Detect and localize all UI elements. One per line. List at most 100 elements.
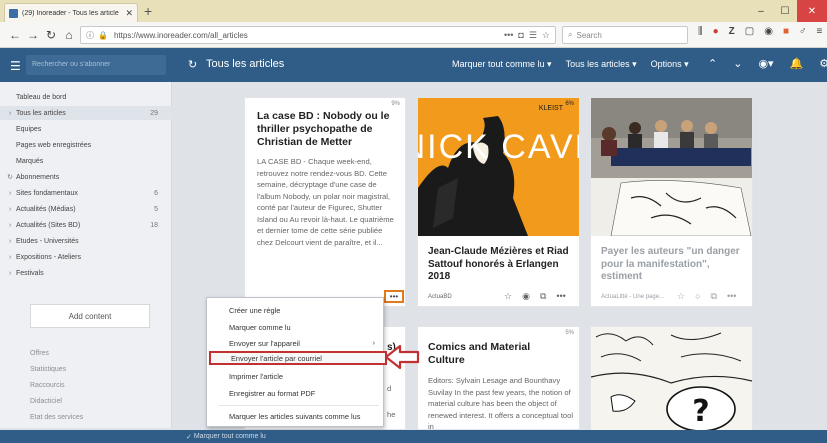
tab-title: (29) Inoreader - Tous les article bbox=[22, 9, 119, 17]
add-content-button[interactable]: Add content bbox=[30, 304, 150, 328]
article-title[interactable]: La case BD : Nobody ou le thriller psych… bbox=[257, 110, 403, 149]
app-header: ☰ Rechercher ou s'abonner ↻ Tous les art… bbox=[0, 48, 827, 82]
menu-item-send-to-device[interactable]: Envoyer sur l'appareil › bbox=[207, 336, 385, 350]
chevron-down-icon[interactable]: ⌄ bbox=[733, 57, 742, 70]
sidebar-item-folder[interactable]: › Sites fondamentaux 6 bbox=[0, 186, 172, 200]
star-icon[interactable]: ☆ bbox=[504, 291, 512, 302]
sidebar-item-folder[interactable]: › Etudes - Universités bbox=[0, 234, 172, 248]
article-thumbnail[interactable]: ? bbox=[591, 327, 752, 431]
sidebar-footer-link[interactable]: Statistiques bbox=[30, 366, 66, 373]
more-icon[interactable]: ••• bbox=[727, 291, 736, 302]
view-eye-icon[interactable]: ◉▾ bbox=[758, 57, 773, 70]
article-title[interactable]: Comics and Material Culture bbox=[428, 341, 548, 367]
article-title[interactable]: Payer les auteurs "un danger pour la man… bbox=[601, 246, 749, 284]
sidebar-item-teams[interactable]: Equipes bbox=[0, 122, 172, 136]
sidebar-item-folder[interactable]: › Actualités (Sites BD) 18 bbox=[0, 218, 172, 232]
new-tab-button[interactable]: + bbox=[144, 3, 152, 19]
header-menus: Marquer tout comme lu ▾ Tous les article… bbox=[452, 59, 689, 70]
toolbar-icons: ⫼ ● Z ▢ ◉ ■ ♂ ≡ bbox=[698, 26, 822, 37]
sidebar-item-folder[interactable]: › Festivals bbox=[0, 266, 172, 280]
read-status-icon[interactable]: ◉ bbox=[522, 291, 530, 302]
card-actions: ☆ ◉ ⧉ ••• bbox=[504, 291, 566, 302]
gear-icon[interactable]: ⚙ bbox=[819, 57, 827, 70]
menu-item-print-article[interactable]: Imprimer l'article bbox=[207, 369, 385, 383]
sidebar-item-subscriptions[interactable]: ↻ Abonnements bbox=[0, 170, 172, 184]
bookmark-star-icon[interactable]: ☆ bbox=[542, 30, 550, 41]
sidebar-footer-link[interactable]: Raccourcis bbox=[30, 382, 65, 389]
back-icon[interactable]: ← bbox=[6, 28, 24, 42]
hamburger-icon[interactable]: ☰ bbox=[10, 59, 21, 73]
article-card[interactable]: NICK CAVE KLEIST 6% Jean-Claude Mézières… bbox=[417, 97, 580, 307]
refresh-icon[interactable]: ↻ bbox=[188, 58, 197, 71]
info-icon[interactable]: ⓘ bbox=[86, 30, 94, 41]
open-external-icon[interactable]: ⧉ bbox=[711, 291, 717, 302]
menu-item-mark-following-read[interactable]: Marquer les articles suivants comme lus bbox=[207, 409, 385, 423]
menu-item-save-pdf[interactable]: Enregistrer au format PDF bbox=[207, 386, 385, 400]
options-dropdown[interactable]: Options ▾ bbox=[651, 59, 689, 70]
chevron-right-icon: › bbox=[8, 205, 12, 213]
url-bar[interactable]: ⓘ 🔒 https://www.inoreader.com/all_articl… bbox=[80, 26, 556, 44]
article-title[interactable]: Jean-Claude Mézières et Riad Sattouf hon… bbox=[428, 246, 576, 284]
settings-icon[interactable]: ♂ bbox=[799, 26, 807, 37]
article-thumbnail[interactable] bbox=[591, 98, 752, 236]
library-icon[interactable]: ⫼ bbox=[698, 26, 703, 37]
screenshot-icon[interactable]: ▢ bbox=[745, 26, 754, 37]
article-thumbnail[interactable]: NICK CAVE KLEIST bbox=[418, 98, 579, 236]
subscription-search-input[interactable]: Rechercher ou s'abonner bbox=[26, 55, 166, 75]
minimize-icon[interactable]: – bbox=[749, 0, 773, 22]
maximize-icon[interactable]: ☐ bbox=[773, 0, 797, 22]
extension-icon[interactable]: ◉ bbox=[764, 26, 773, 37]
article-source[interactable]: ActuaLitté - Une page... bbox=[601, 294, 664, 300]
sidebar-footer-link[interactable]: Offres bbox=[30, 350, 49, 357]
sidebar-footer-link[interactable]: Didacticiel bbox=[30, 398, 62, 405]
sidebar-item-saved-pages[interactable]: Pages web enregistrées bbox=[0, 138, 172, 152]
sidebar-item-starred[interactable]: Marqués bbox=[0, 154, 172, 168]
article-excerpt: Editors: Sylvain Lesage and Bounthavy Su… bbox=[428, 376, 574, 431]
home-icon[interactable]: ⌂ bbox=[60, 28, 78, 42]
pocket-toolbar-icon[interactable]: ● bbox=[713, 26, 719, 37]
more-options-button[interactable]: ••• bbox=[384, 290, 404, 303]
pocket-icon[interactable]: ◘ bbox=[518, 30, 523, 40]
article-card[interactable]: 9% La case BD : Nobody ou le thriller ps… bbox=[244, 97, 406, 307]
zotero-icon[interactable]: Z bbox=[729, 26, 735, 37]
page-actions-icon[interactable]: ••• bbox=[504, 30, 513, 40]
notification-icon[interactable]: ■ bbox=[783, 26, 789, 37]
menu-item-email-article[interactable]: Envoyer l'article par courriel bbox=[209, 351, 387, 365]
article-source[interactable]: ActuaBD bbox=[428, 294, 452, 300]
article-card[interactable]: Payer les auteurs "un danger pour la man… bbox=[590, 97, 753, 307]
svg-text:?: ? bbox=[692, 394, 709, 429]
window-close-icon[interactable]: ✕ bbox=[797, 0, 827, 22]
article-card[interactable]: 5% Comics and Material Culture Editors: … bbox=[417, 326, 580, 431]
browser-tab[interactable]: (29) Inoreader - Tous les article ✕ bbox=[4, 3, 138, 22]
browser-search-field[interactable]: ⌕ Search bbox=[562, 26, 688, 44]
menu-icon[interactable]: ≡ bbox=[817, 26, 823, 37]
sidebar-item-dashboard[interactable]: Tableau de bord bbox=[0, 90, 172, 104]
chevron-up-icon[interactable]: ⌃ bbox=[708, 57, 717, 70]
article-excerpt-fragment: d bbox=[387, 384, 392, 393]
bottom-status-bar: ✓ Marquer tout comme lu bbox=[0, 430, 827, 443]
chevron-right-icon: › bbox=[8, 269, 12, 277]
sidebar-item-folder[interactable]: › Actualités (Médias) 5 bbox=[0, 202, 172, 216]
chevron-right-icon: › bbox=[8, 237, 12, 245]
check-icon: ✓ bbox=[186, 433, 194, 441]
browser-tab-bar: (29) Inoreader - Tous les article ✕ + – … bbox=[0, 0, 827, 22]
sidebar-footer-link[interactable]: Etat des services bbox=[30, 414, 83, 421]
star-icon[interactable]: ☆ bbox=[677, 291, 685, 302]
read-status-icon[interactable]: ○ bbox=[695, 291, 700, 302]
notification-bell-icon[interactable]: 🔔 bbox=[790, 57, 804, 70]
menu-item-mark-read[interactable]: Marquer comme lu bbox=[207, 320, 385, 334]
reader-icon[interactable]: ☰ bbox=[529, 30, 537, 41]
more-icon[interactable]: ••• bbox=[556, 291, 565, 302]
forward-icon[interactable]: → bbox=[24, 28, 42, 42]
reload-icon[interactable]: ↻ bbox=[42, 28, 60, 42]
article-card[interactable]: ? bbox=[590, 326, 753, 431]
tab-close-icon[interactable]: ✕ bbox=[125, 8, 133, 19]
status-mark-all-read[interactable]: Marquer tout comme lu bbox=[194, 433, 266, 440]
sidebar-item-folder[interactable]: › Expositions - Ateliers bbox=[0, 250, 172, 264]
all-articles-dropdown[interactable]: Tous les articles ▾ bbox=[566, 59, 637, 70]
menu-item-create-rule[interactable]: Créer une règle bbox=[207, 303, 385, 317]
sidebar-item-all-articles[interactable]: › Tous les articles 29 bbox=[0, 106, 172, 120]
mark-all-read-button[interactable]: Marquer tout comme lu ▾ bbox=[452, 59, 552, 70]
open-external-icon[interactable]: ⧉ bbox=[540, 291, 546, 302]
sidebar: Tableau de bord › Tous les articles 29 Equ… bbox=[0, 82, 172, 428]
